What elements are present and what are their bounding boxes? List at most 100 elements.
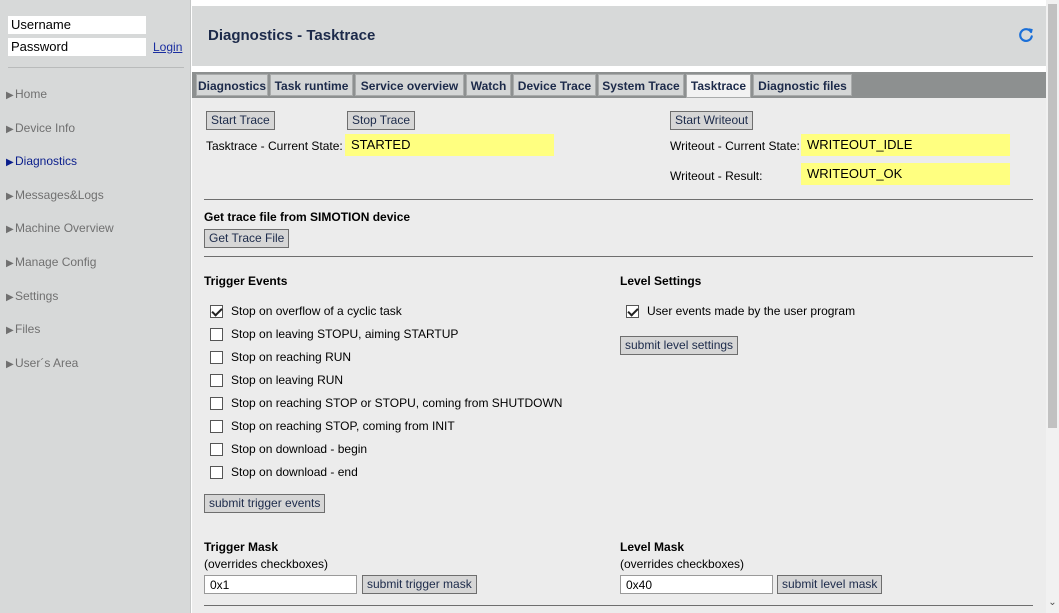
tab-diagnostics[interactable]: Diagnostics [196, 74, 268, 96]
checkbox-label: Stop on overflow of a cyclic task [231, 304, 402, 318]
tab-device-trace[interactable]: Device Trace [513, 74, 596, 96]
password-field[interactable] [8, 38, 146, 56]
sidebar-item-label: User´s Area [15, 355, 79, 370]
tab-watch[interactable]: Watch [466, 74, 511, 96]
sidebar-item-machine-overview[interactable]: ▶Machine Overview [0, 215, 191, 249]
checkbox-label: Stop on reaching STOP, coming from INIT [231, 419, 455, 433]
chevron-down-icon[interactable]: ⌄ [1047, 596, 1058, 610]
get-trace-file-button[interactable]: Get Trace File [204, 229, 290, 248]
checkbox-label: User events made by the user program [647, 304, 856, 318]
sidebar-item-label: Messages&Logs [15, 187, 104, 202]
main-content: Start Trace Stop Trace Start Writeout Ta… [192, 98, 1046, 613]
trigger-events-heading: Trigger Events [204, 274, 288, 288]
sidebar-item-manage-config[interactable]: ▶Manage Config [0, 249, 191, 283]
submit-trigger-events-button[interactable]: submit trigger events [204, 494, 326, 513]
level-setting-item[interactable]: User events made by the user program [626, 302, 855, 320]
sidebar-item-settings[interactable]: ▶Settings [0, 283, 191, 317]
writeout-result-value: WRITEOUT_OK [801, 163, 1010, 185]
triangle-right-icon: ▶ [6, 123, 14, 135]
start-trace-button[interactable]: Start Trace [206, 111, 275, 130]
checkbox[interactable] [210, 327, 223, 341]
checkbox-label: Stop on reaching STOP or STOPU, coming f… [231, 396, 563, 410]
checkbox-checked[interactable] [210, 304, 223, 318]
login-link[interactable]: Login [153, 40, 182, 54]
triangle-right-icon: ▶ [6, 291, 14, 303]
get-trace-file-heading: Get trace file from SIMOTION device [204, 210, 411, 224]
trigger-event-item[interactable]: Stop on leaving RUN [210, 371, 343, 389]
sidebar-item-diagnostics[interactable]: ▶Diagnostics [0, 148, 191, 182]
checkbox-label: Stop on reaching RUN [231, 350, 352, 364]
checkbox-label: Stop on leaving RUN [231, 373, 344, 387]
trigger-event-item[interactable]: Stop on leaving STOPU, aiming STARTUP [210, 325, 458, 343]
checkbox[interactable] [210, 373, 223, 387]
page-title: Diagnostics - Tasktrace [208, 27, 376, 44]
tab-bar: Diagnostics Task runtime Service overvie… [192, 72, 1046, 98]
section-divider [204, 199, 1033, 200]
writeout-state-value: WRITEOUT_IDLE [801, 134, 1010, 156]
checkbox[interactable] [210, 396, 223, 410]
submit-trigger-mask-button[interactable]: submit trigger mask [362, 575, 477, 594]
sidebar-item-label: Machine Overview [15, 221, 114, 236]
checkbox[interactable] [210, 465, 223, 479]
current-state-label: Tasktrace - Current State: [206, 139, 343, 153]
refresh-icon[interactable] [1017, 26, 1035, 44]
triangle-right-icon: ▶ [6, 157, 14, 169]
sidebar-item-messages-logs[interactable]: ▶Messages&Logs [0, 182, 191, 216]
tab-tasktrace[interactable]: Tasktrace [686, 74, 751, 98]
level-mask-note: (overrides checkboxes) [620, 557, 745, 571]
sidebar-nav: ▶Home ▶Device Info ▶Diagnostics ▶Message… [0, 81, 191, 383]
sidebar-item-label: Manage Config [15, 254, 97, 269]
tab-service-overview[interactable]: Service overview [355, 74, 464, 96]
submit-level-mask-button[interactable]: submit level mask [777, 575, 883, 594]
trigger-event-item[interactable]: Stop on download - end [210, 463, 358, 481]
tab-diagnostic-files[interactable]: Diagnostic files [753, 74, 852, 96]
submit-level-settings-button[interactable]: submit level settings [620, 336, 739, 355]
scrollbar[interactable]: ⌄ [1046, 0, 1059, 613]
sidebar-item-label: Files [15, 322, 41, 337]
writeout-state-label: Writeout - Current State: [670, 139, 800, 153]
sidebar-item-label: Device Info [15, 120, 76, 135]
trigger-mask-heading: Trigger Mask [204, 540, 279, 554]
sidebar-item-users-area[interactable]: ▶User´s Area [0, 350, 191, 384]
level-mask-heading: Level Mask [620, 540, 685, 554]
section-divider [204, 605, 1033, 606]
sidebar-item-files[interactable]: ▶Files [0, 316, 191, 350]
triangle-right-icon: ▶ [6, 90, 14, 101]
checkbox-label: Stop on leaving STOPU, aiming STARTUP [231, 327, 459, 341]
trigger-mask-note: (overrides checkboxes) [204, 557, 329, 571]
sidebar-item-device-info[interactable]: ▶Device Info [0, 115, 191, 149]
level-settings-heading: Level Settings [620, 274, 702, 288]
writeout-result-label: Writeout - Result: [670, 169, 763, 183]
trigger-event-item[interactable]: Stop on reaching RUN [210, 348, 351, 366]
sidebar: Login ▶Home ▶Device Info ▶Diagnostics ▶M… [0, 0, 191, 613]
level-mask-input[interactable] [620, 575, 773, 594]
trigger-event-item[interactable]: Stop on overflow of a cyclic task [210, 302, 402, 320]
start-writeout-button[interactable]: Start Writeout [670, 111, 754, 130]
trigger-event-item[interactable]: Stop on reaching STOP, coming from INIT [210, 417, 455, 435]
scrollbar-thumb[interactable] [1048, 4, 1057, 428]
sidebar-divider [8, 67, 184, 68]
sidebar-item-label: Diagnostics [15, 154, 78, 169]
tab-system-trace[interactable]: System Trace [598, 74, 684, 96]
username-field[interactable] [8, 16, 146, 34]
trigger-event-item[interactable]: Stop on reaching STOP or STOPU, coming f… [210, 394, 562, 412]
triangle-right-icon: ▶ [6, 325, 14, 337]
sidebar-item-home[interactable]: ▶Home [0, 81, 191, 115]
triangle-right-icon: ▶ [6, 257, 14, 269]
checkbox-label: Stop on download - begin [231, 442, 368, 456]
stop-trace-button[interactable]: Stop Trace [347, 111, 416, 130]
checkbox-checked[interactable] [626, 304, 639, 318]
trigger-event-item[interactable]: Stop on download - begin [210, 440, 367, 458]
current-state-value: STARTED [345, 134, 554, 156]
sidebar-item-label: Settings [15, 288, 59, 303]
triangle-right-icon: ▶ [6, 224, 14, 236]
triangle-right-icon: ▶ [6, 358, 14, 370]
checkbox[interactable] [210, 419, 223, 433]
triangle-right-icon: ▶ [6, 190, 14, 202]
section-divider [204, 256, 1033, 257]
checkbox[interactable] [210, 442, 223, 456]
page-header: Diagnostics - Tasktrace [192, 6, 1046, 66]
tab-task-runtime[interactable]: Task runtime [270, 74, 353, 96]
checkbox[interactable] [210, 350, 223, 364]
trigger-mask-input[interactable] [204, 575, 357, 594]
